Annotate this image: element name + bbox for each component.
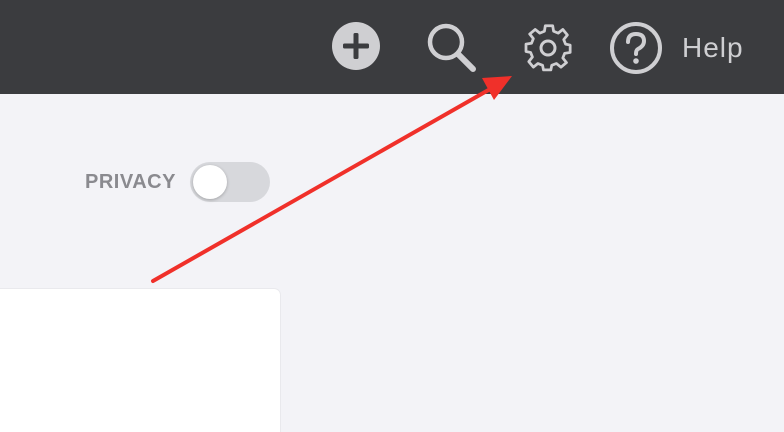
content-card <box>0 289 280 432</box>
top-navigation-bar: Help <box>0 0 784 94</box>
help-button[interactable]: Help <box>608 20 758 76</box>
privacy-setting: PRIVACY <box>85 162 270 202</box>
plus-circle-icon <box>332 22 380 70</box>
privacy-toggle[interactable] <box>189 162 270 202</box>
help-label: Help <box>682 32 744 63</box>
settings-button[interactable] <box>521 21 575 75</box>
add-button[interactable] <box>331 21 381 71</box>
search-icon <box>427 23 476 72</box>
privacy-label: PRIVACY <box>85 170 176 193</box>
search-button[interactable] <box>424 20 478 74</box>
gear-icon <box>524 24 572 72</box>
toggle-knob <box>192 165 227 199</box>
question-circle-icon <box>610 22 662 74</box>
